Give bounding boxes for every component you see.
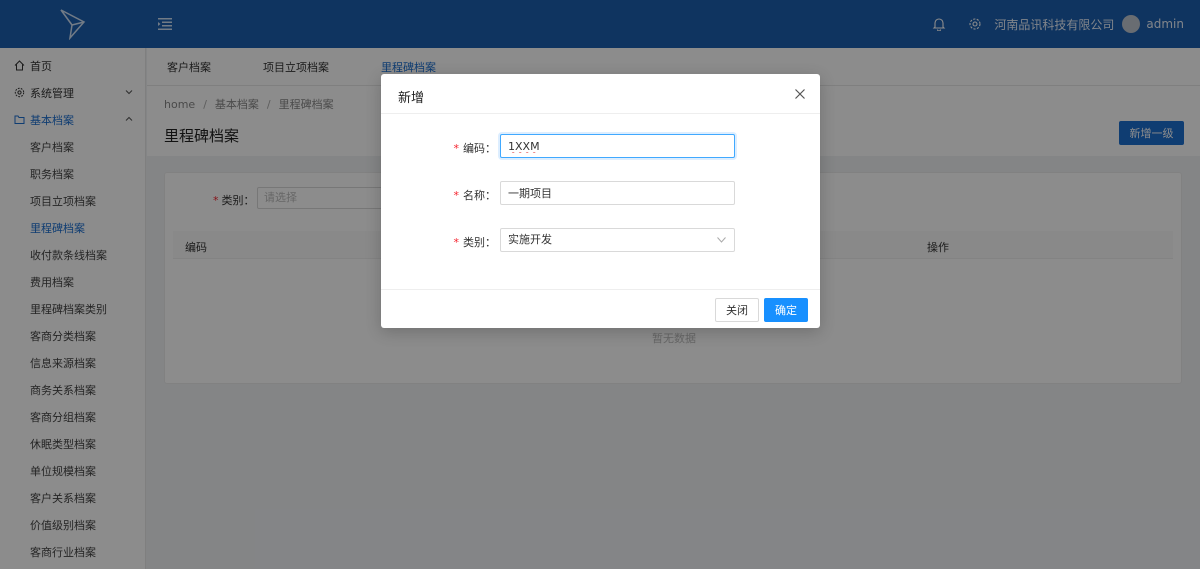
category-label-text: 类别 [463, 236, 485, 249]
code-label: * 编码： [453, 142, 497, 155]
chevron-down-icon [717, 237, 726, 243]
name-label-text: 名称 [463, 189, 485, 202]
confirm-button[interactable]: 确定 [764, 298, 808, 322]
name-input[interactable] [500, 181, 735, 205]
code-input[interactable] [500, 134, 735, 158]
add-modal: 新增 *编码： *名称： *类别： 实施开发 关闭 确定 [381, 74, 820, 328]
form-row-category: * 类别： 实施开发 [381, 228, 820, 252]
form-row-name: * 名称： [381, 181, 820, 205]
category-select-value: 实施开发 [508, 233, 552, 246]
close-icon[interactable] [794, 88, 806, 100]
category-label: * 类别： [453, 236, 497, 249]
name-label: * 名称： [453, 189, 497, 202]
modal-header: 新增 [381, 74, 820, 114]
code-label-text: 编码 [463, 142, 485, 155]
modal-footer: 关闭 确定 [381, 289, 820, 328]
category-select[interactable]: 实施开发 [500, 228, 735, 252]
close-button[interactable]: 关闭 [715, 298, 759, 322]
form-row-code: * 编码： [381, 134, 820, 158]
modal-title: 新增 [398, 91, 425, 106]
